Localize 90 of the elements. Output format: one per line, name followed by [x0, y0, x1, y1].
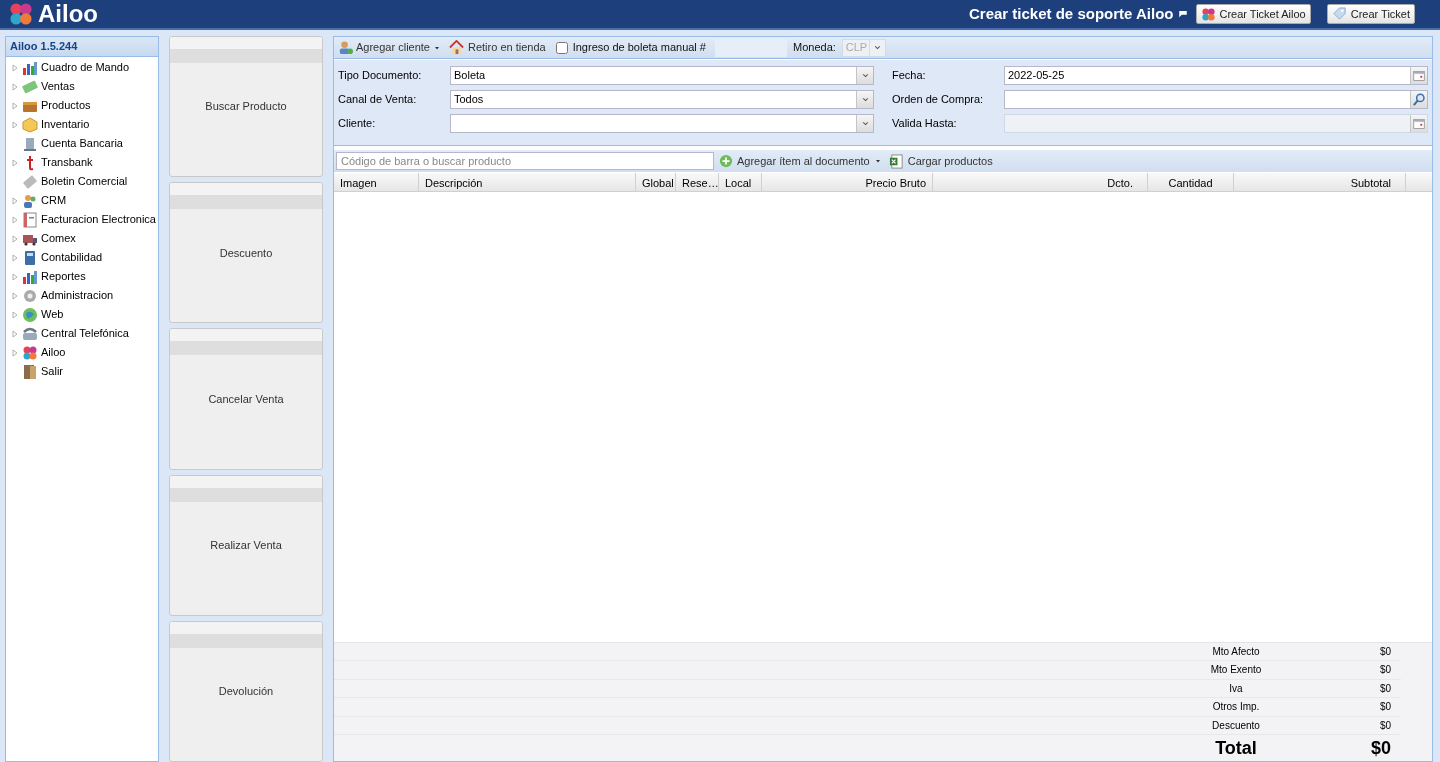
tree-item[interactable]: Inventario: [41, 116, 90, 133]
search-field[interactable]: [1004, 90, 1428, 109]
calendar-icon: [1413, 69, 1425, 82]
date-field[interactable]: 2022-05-25: [1004, 66, 1428, 85]
total-value: $0: [1378, 718, 1391, 733]
field-label: Fecha:: [892, 68, 927, 84]
total-value: $0: [1378, 700, 1391, 715]
column-header[interactable]: Rese…: [676, 173, 719, 191]
total-label: Iva: [1228, 681, 1244, 696]
action-button[interactable]: Cancelar Venta: [169, 328, 323, 470]
column-header[interactable]: Subtotal: [1234, 173, 1406, 191]
action-button[interactable]: Descuento: [169, 182, 323, 324]
column-header[interactable]: Local: [719, 173, 762, 191]
sidebar-title: Ailoo 1.5.244: [6, 37, 158, 57]
field-label: Orden de Compra:: [892, 92, 985, 108]
bar-chart-icon: [22, 59, 38, 76]
plus-circle-icon: [719, 154, 733, 168]
action-button[interactable]: Devolución: [169, 620, 323, 762]
flower-icon: [22, 344, 38, 361]
column-header[interactable]: Imagen: [334, 173, 419, 191]
people-icon: [22, 192, 38, 209]
dropdown-field[interactable]: [450, 114, 874, 133]
spreadsheet-icon: [888, 153, 904, 169]
field-label: Valida Hasta:: [892, 116, 958, 132]
tree-item[interactable]: Ventas: [41, 78, 75, 95]
calculator-icon: [22, 249, 38, 266]
column-header[interactable]: Global: [636, 173, 676, 191]
dropdown-field[interactable]: Boleta: [450, 66, 874, 85]
tree-item[interactable]: Web: [41, 306, 64, 323]
bar-chart-icon: [22, 268, 38, 285]
column-header[interactable]: Cantidad: [1148, 173, 1234, 191]
logo-text: Ailoo: [38, 2, 98, 26]
checkbox[interactable]: [555, 41, 568, 54]
tree-item[interactable]: Facturacion Electronica: [41, 211, 156, 228]
total-value: $0: [1369, 736, 1391, 760]
total-label: Otros Imp.: [1211, 700, 1261, 715]
telephone-icon: [22, 325, 38, 342]
action-button[interactable]: Buscar Producto: [169, 36, 323, 178]
banknote-icon: [22, 78, 38, 95]
total-value: $0: [1378, 663, 1391, 678]
dropdown-field[interactable]: Todos: [450, 90, 874, 109]
tree-item[interactable]: Salir: [41, 363, 63, 380]
add-client-button[interactable]: Agregar cliente: [338, 39, 441, 56]
column-header[interactable]: Descripción: [419, 173, 636, 191]
ticket-button[interactable]: Crear Ticket Ailoo: [1195, 4, 1311, 24]
total-label: Mto Afecto: [1211, 644, 1261, 659]
tree-item[interactable]: Boletin Comercial: [41, 173, 128, 190]
ticket-button[interactable]: Crear Ticket: [1326, 4, 1415, 24]
field-label: Canal de Venta:: [338, 92, 418, 108]
tree-item[interactable]: Comex: [41, 230, 76, 247]
product-search-field[interactable]: Código de barra o buscar producto: [336, 152, 714, 170]
tree-item[interactable]: Cuadro de Mando: [41, 59, 130, 76]
package-icon: [22, 116, 38, 133]
caret-icon: [873, 157, 882, 165]
receipt-number-field[interactable]: [715, 38, 787, 57]
tag-icon: [1331, 6, 1347, 22]
globe-icon: [22, 306, 38, 323]
field-label: Cliente:: [338, 116, 377, 132]
document-icon: [22, 211, 38, 228]
person-add-icon: [338, 40, 353, 55]
flower-icon: [1200, 6, 1216, 22]
flower-logo-icon: [8, 1, 34, 27]
total-value: $0: [1378, 644, 1391, 659]
currency-label: Moneda:: [793, 40, 836, 56]
tree-item[interactable]: Reportes: [41, 268, 86, 285]
tree-item[interactable]: CRM: [41, 192, 67, 209]
tree-item[interactable]: Contabilidad: [41, 249, 103, 266]
pickup-button[interactable]: Retiro en tienda: [449, 39, 546, 56]
checkbox-label: Ingreso de boleta manual #: [572, 40, 706, 56]
column-header[interactable]: Dcto.: [933, 173, 1148, 191]
column-header[interactable]: Precio Bruto: [762, 173, 933, 191]
tree-item[interactable]: Productos: [41, 97, 91, 114]
tree-item[interactable]: Cuenta Bancaria: [41, 135, 123, 152]
field-label: Tipo Documento:: [338, 68, 423, 84]
search-icon: [1412, 93, 1426, 106]
tree-item[interactable]: Central Telefónica: [41, 325, 129, 342]
load-products-button[interactable]: Cargar productos: [888, 152, 993, 170]
total-value: $0: [1378, 681, 1391, 696]
house-icon: [449, 40, 464, 55]
tree-item[interactable]: Administracion: [41, 287, 114, 304]
total-label: Descuento: [1211, 718, 1261, 733]
total-label: Total: [1214, 736, 1258, 760]
door-icon: [22, 363, 38, 380]
support-title: Crear ticket de soporte Ailoo: [969, 3, 1174, 24]
tree-item[interactable]: Ailoo: [41, 344, 66, 361]
calendar-icon: [1413, 117, 1425, 130]
tree-item[interactable]: Transbank: [41, 154, 93, 171]
add-item-button[interactable]: Agregar ítem al documento: [719, 152, 882, 170]
total-label: Mto Exento: [1209, 663, 1263, 678]
action-button[interactable]: Realizar Venta: [169, 474, 323, 616]
